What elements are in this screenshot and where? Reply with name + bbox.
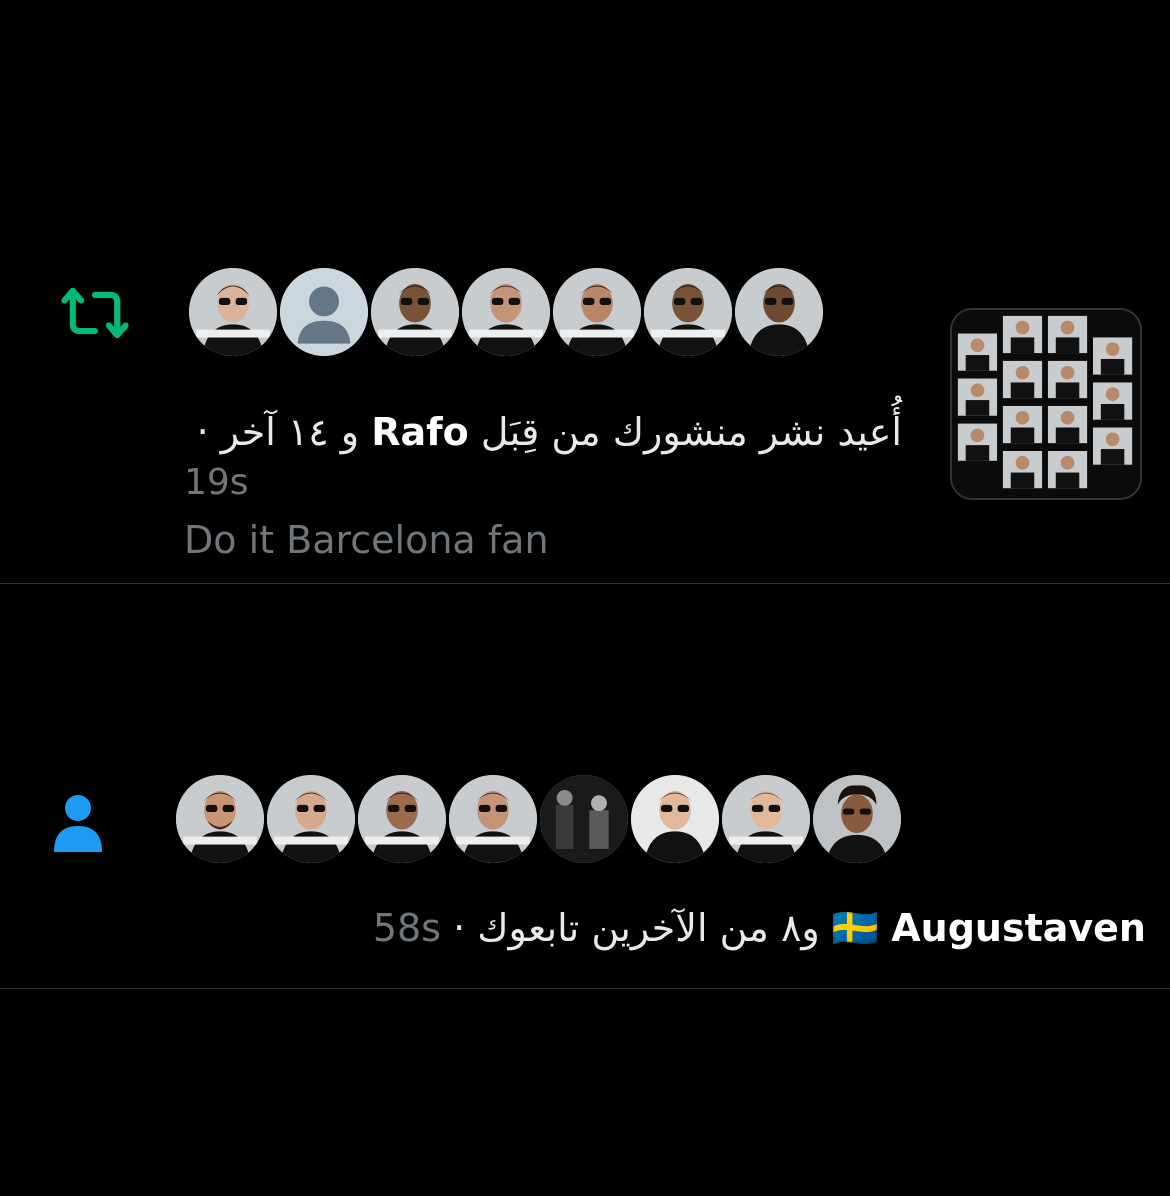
- media-thumbnail[interactable]: [950, 308, 1142, 500]
- timestamp: 19s: [184, 462, 249, 503]
- divider: [0, 988, 1170, 989]
- summary-suffix: و٨ من الآخرين تابعوك ·: [453, 906, 820, 950]
- follower-avatars: [173, 772, 904, 866]
- actor-name[interactable]: Augustaven: [891, 906, 1146, 950]
- retweet-icon: [60, 287, 130, 339]
- notification-retweet[interactable]: أُعيد نشر منشورك من قِبَل Rafo و ١٤ آخر …: [0, 0, 1170, 583]
- follow-summary: 🇸🇪 Augustaven و٨ من الآخرين تابعوك · 58s: [373, 906, 1146, 951]
- summary-prefix: أُعيد نشر منشورك من قِبَل: [480, 410, 902, 454]
- retweet-summary: أُعيد نشر منشورك من قِبَل Rafo و ١٤ آخر …: [197, 410, 902, 454]
- avatar[interactable]: [186, 265, 280, 359]
- avatar[interactable]: [550, 265, 644, 359]
- avatar[interactable]: [277, 265, 371, 359]
- post-snippet: Do it Barcelona fan: [184, 518, 549, 562]
- avatar[interactable]: [446, 772, 540, 866]
- avatar[interactable]: [459, 265, 553, 359]
- avatar[interactable]: [368, 265, 462, 359]
- avatar[interactable]: [719, 772, 813, 866]
- avatar[interactable]: [355, 772, 449, 866]
- retweeter-avatars: [186, 265, 826, 359]
- avatar[interactable]: [264, 772, 358, 866]
- actor-name[interactable]: Rafo: [371, 410, 469, 454]
- avatar[interactable]: [537, 772, 631, 866]
- avatar[interactable]: [810, 772, 904, 866]
- avatar[interactable]: [641, 265, 735, 359]
- avatar[interactable]: [628, 772, 722, 866]
- flag-icon: 🇸🇪: [831, 906, 880, 950]
- avatar[interactable]: [173, 772, 267, 866]
- avatar[interactable]: [732, 265, 826, 359]
- summary-suffix: و ١٤ آخر ·: [196, 410, 360, 454]
- person-icon: [52, 792, 104, 854]
- timestamp: 58s: [372, 906, 441, 950]
- notification-follow[interactable]: 🇸🇪 Augustaven و٨ من الآخرين تابعوك · 58s: [0, 584, 1170, 988]
